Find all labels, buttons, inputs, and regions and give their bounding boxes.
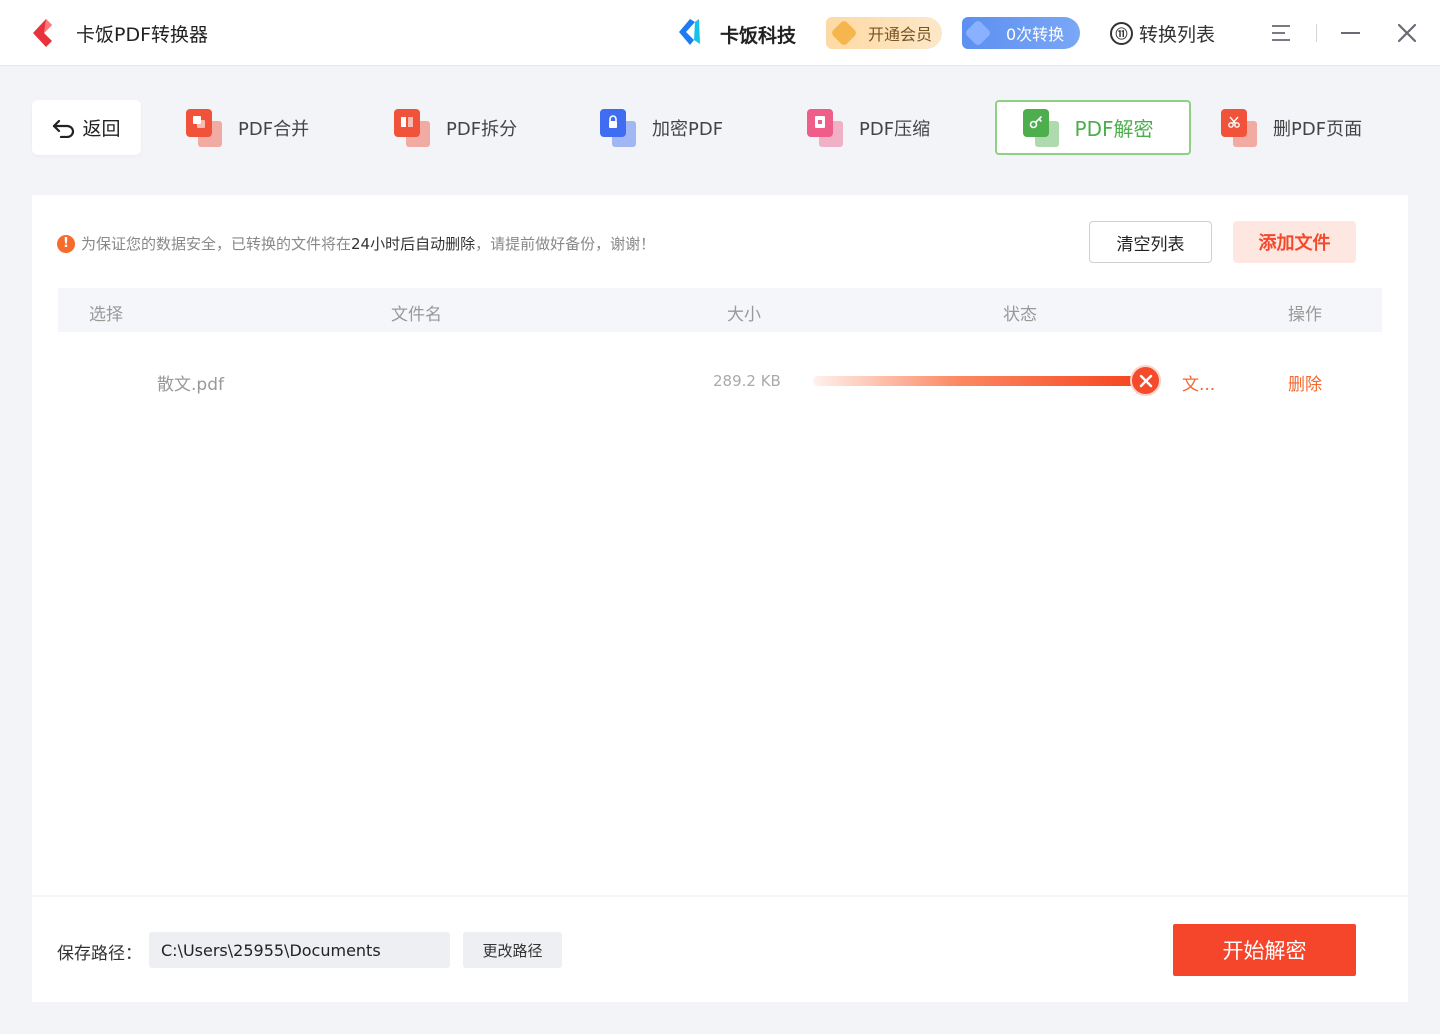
brand-name: 卡饭科技 [720,25,797,47]
tool-delete-pdf-pages[interactable]: 删PDF页面 [1221,100,1362,155]
split-label: PDF拆分 [446,118,518,140]
notice-text-2: ，请提前做好备份，谢谢！ [475,235,656,253]
save-path-label: 保存路径： [57,944,142,964]
column-status: 状态 [1003,305,1037,325]
conversion-count-label: 0次转换 [1006,25,1065,44]
back-button[interactable]: 返回 [32,100,141,155]
open-vip-button[interactable]: 开通会员 [826,17,942,49]
split-icon [394,108,432,147]
lock-icon [600,108,638,147]
clear-list-button[interactable]: 清空列表 [1089,221,1212,263]
title-bar: 卡饭PDF转换器 卡饭科技 开通会员 0次转换 ⑪ 转换列表 [0,0,1440,66]
decrypt-label: PDF解密 [1074,117,1154,141]
progress-fill [813,376,1138,386]
cancel-conversion-button[interactable] [1130,365,1161,396]
conversion-list-label: 转换列表 [1139,24,1216,46]
file-status[interactable]: 文... [1182,370,1215,395]
bottom-bar: 保存路径： 更改路径 开始解密 [32,897,1408,1002]
scissors-icon [1221,108,1259,147]
list-icon: ⑪ [1110,22,1133,45]
file-size: 289.2 KB [713,372,781,390]
table-row: 散文.pdf 289.2 KB 文... 删除 [58,355,1382,407]
tool-pdf-compress[interactable]: PDF压缩 [807,100,930,155]
tool-pdf-merge[interactable]: PDF合并 [186,100,309,155]
notice-text-1: 为保证您的数据安全，已转换的文件将在 [81,235,352,253]
close-icon [1139,374,1152,387]
app-logo-icon [33,19,52,47]
file-name: 散文.pdf [157,375,224,395]
tool-encrypt-pdf[interactable]: 加密PDF [600,100,723,155]
save-path-input[interactable] [149,932,450,968]
conversion-count-button[interactable]: 0次转换 [962,17,1080,49]
warning-icon: ! [57,234,75,253]
table-header: 选择 文件名 大小 状态 操作 [58,288,1382,332]
add-file-button[interactable]: 添加文件 [1233,221,1356,263]
crown-icon [830,19,858,47]
minimize-icon[interactable] [1341,32,1360,34]
column-action: 操作 [1288,305,1322,325]
compress-label: PDF压缩 [859,118,931,140]
tool-pdf-split[interactable]: PDF拆分 [394,100,517,155]
menu-icon[interactable] [1272,25,1290,41]
merge-label: PDF合并 [238,118,310,140]
column-size: 大小 [727,305,761,325]
merge-icon [186,108,224,147]
app-title: 卡饭PDF转换器 [76,24,209,46]
brand-logo-icon [679,19,700,45]
exchange-icon [964,19,992,47]
vip-label: 开通会员 [868,25,933,44]
encrypt-label: 加密PDF [652,118,724,140]
delete-file-link[interactable]: 删除 [1288,370,1322,395]
compress-icon [807,108,845,147]
column-select: 选择 [89,305,123,325]
back-label: 返回 [82,118,121,140]
start-decrypt-button[interactable]: 开始解密 [1173,924,1356,976]
conversion-list-button[interactable]: ⑪ 转换列表 [1110,20,1215,47]
key-icon [1022,108,1061,147]
security-notice: ! 为保证您的数据安全，已转换的文件将在 24小时后自动删除 ，请提前做好备份，… [57,233,655,254]
close-icon[interactable] [1396,22,1418,44]
column-filename: 文件名 [391,305,442,325]
undo-icon [53,119,75,138]
change-path-button[interactable]: 更改路径 [463,932,562,968]
titlebar-divider [1316,24,1317,42]
delete-pages-label: 删PDF页面 [1273,118,1363,140]
notice-emphasis: 24小时后自动删除 [351,235,476,253]
conversion-progress-bar [813,376,1138,386]
tool-pdf-decrypt[interactable]: PDF解密 [995,100,1191,155]
file-list-panel: ! 为保证您的数据安全，已转换的文件将在 24小时后自动删除 ，请提前做好备份，… [32,195,1408,895]
